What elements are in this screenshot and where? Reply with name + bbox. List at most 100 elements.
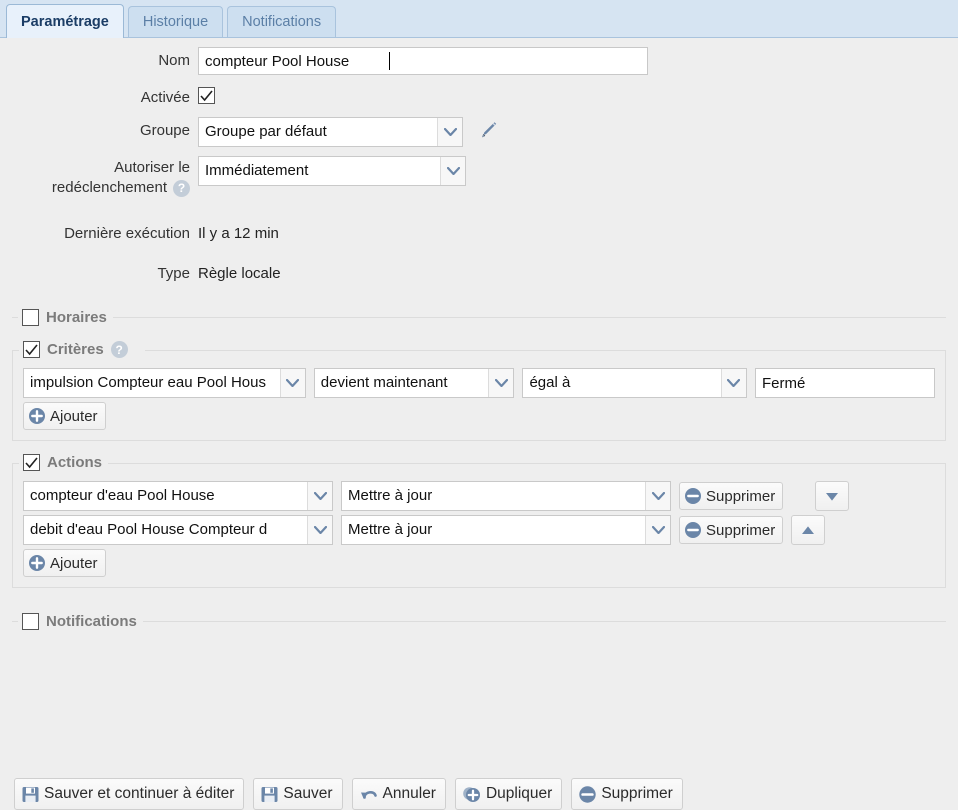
field-row-activee: Activée bbox=[0, 84, 958, 108]
save-label: Sauver bbox=[283, 785, 333, 802]
chevron-down-icon bbox=[279, 369, 305, 397]
minus-circle-icon bbox=[684, 521, 702, 539]
duplicate-button[interactable]: Dupliquer bbox=[454, 778, 563, 810]
minus-circle-icon bbox=[684, 487, 702, 505]
autoriser-label-line2: redéclenchement bbox=[51, 179, 167, 196]
autoriser-label: Autoriser le redéclenchement ? bbox=[0, 156, 198, 198]
criteria-event-value: devient maintenant bbox=[320, 374, 448, 391]
action-target-select[interactable]: debit d'eau Pool House Compteur d bbox=[23, 515, 333, 545]
check-icon bbox=[200, 89, 213, 101]
criteria-operator-select[interactable]: égal à bbox=[522, 368, 747, 398]
action-row: debit d'eau Pool House Compteur d Mettre… bbox=[23, 515, 935, 545]
add-action-button[interactable]: Ajouter bbox=[23, 549, 106, 577]
action-operation-value: Mettre à jour bbox=[348, 487, 433, 504]
autoriser-select[interactable]: Immédiatement bbox=[198, 156, 466, 186]
derniere-execution-label: Dernière exécution bbox=[64, 225, 190, 242]
save-icon bbox=[21, 785, 40, 804]
action-row: compteur d'eau Pool House Mettre à jour bbox=[23, 481, 935, 511]
help-icon-redeclenchement[interactable]: ? bbox=[173, 179, 190, 197]
action-operation-value: Mettre à jour bbox=[348, 521, 433, 538]
nom-input-wrapper bbox=[198, 47, 648, 75]
tab-notifications[interactable]: Notifications bbox=[227, 6, 337, 37]
section-notifications: Notifications bbox=[12, 610, 946, 632]
field-row-autoriser-redeclenchement: Autoriser le redéclenchement ? Immédiate… bbox=[0, 156, 958, 198]
save-and-continue-button[interactable]: Sauver et continuer à éditer bbox=[14, 778, 245, 810]
action-operation-select[interactable]: Mettre à jour bbox=[341, 515, 671, 545]
actions-label: Actions bbox=[47, 454, 103, 471]
remove-action-label: Supprimer bbox=[706, 521, 776, 539]
move-action-up-button[interactable] bbox=[791, 515, 826, 545]
minus-circle-icon bbox=[578, 785, 597, 804]
criteria-subject-value: impulsion Compteur eau Pool Hous bbox=[30, 374, 266, 391]
add-criteria-label: Ajouter bbox=[50, 407, 98, 425]
criteria-operator-value: égal à bbox=[529, 374, 571, 391]
autoriser-select-value: Immédiatement bbox=[205, 162, 309, 179]
add-criteria-button[interactable]: Ajouter bbox=[23, 402, 106, 430]
save-and-continue-label: Sauver et continuer à éditer bbox=[44, 785, 235, 802]
activee-label: Activée bbox=[140, 89, 190, 106]
nom-label: Nom bbox=[158, 52, 190, 69]
text-cursor bbox=[389, 52, 390, 70]
section-divider bbox=[12, 621, 946, 622]
tab-bar: Paramétrage Historique Notifications bbox=[0, 0, 958, 38]
tab-historique[interactable]: Historique bbox=[127, 6, 224, 37]
remove-action-label: Supprimer bbox=[706, 487, 776, 505]
action-operation-select[interactable]: Mettre à jour bbox=[341, 481, 671, 511]
notifications-checkbox[interactable] bbox=[22, 612, 39, 630]
arrow-up-icon bbox=[802, 525, 815, 534]
criteria-value-input[interactable] bbox=[754, 368, 935, 398]
criteria-subject-select[interactable]: impulsion Compteur eau Pool Hous bbox=[23, 368, 306, 398]
add-action-label: Ajouter bbox=[50, 554, 98, 572]
edit-group-pencil-icon[interactable] bbox=[477, 119, 499, 145]
horaires-label: Horaires bbox=[46, 308, 107, 326]
type-value: Règle locale bbox=[198, 265, 281, 282]
groupe-select[interactable]: Groupe par défaut bbox=[198, 117, 463, 147]
duplicate-label: Dupliquer bbox=[485, 785, 553, 802]
rule-settings-form: Nom Activée Groupe Groupe par défaut bbox=[0, 47, 958, 810]
check-icon bbox=[25, 456, 38, 468]
help-icon-criteres[interactable]: ? bbox=[110, 341, 128, 358]
section-border-right bbox=[145, 350, 945, 351]
chevron-down-icon bbox=[645, 482, 670, 510]
field-row-type: Type Règle locale bbox=[0, 260, 958, 284]
section-horaires: Horaires bbox=[12, 306, 946, 328]
action-add-wrapper: Ajouter bbox=[23, 549, 935, 577]
horaires-checkbox[interactable] bbox=[22, 308, 39, 326]
groupe-label: Groupe bbox=[139, 122, 190, 139]
chevron-down-icon bbox=[307, 482, 332, 510]
field-row-nom: Nom bbox=[0, 47, 958, 75]
type-label: Type bbox=[157, 265, 190, 282]
remove-action-button[interactable]: Supprimer bbox=[679, 482, 784, 510]
cancel-label: Annuler bbox=[382, 785, 436, 802]
actions-checkbox[interactable] bbox=[23, 454, 40, 471]
groupe-select-value: Groupe par défaut bbox=[205, 123, 327, 140]
criteria-event-select[interactable]: devient maintenant bbox=[313, 368, 515, 398]
chevron-down-icon bbox=[437, 118, 462, 146]
section-divider bbox=[12, 317, 946, 318]
delete-label: Supprimer bbox=[601, 785, 673, 802]
criteres-label: Critères bbox=[47, 341, 104, 358]
delete-button[interactable]: Supprimer bbox=[571, 778, 683, 810]
arrow-down-icon bbox=[826, 492, 839, 501]
action-target-select[interactable]: compteur d'eau Pool House bbox=[23, 481, 333, 511]
section-actions: Actions compteur d'eau Pool House Mettre… bbox=[12, 452, 946, 588]
save-button[interactable]: Sauver bbox=[253, 778, 343, 810]
form-toolbar: Sauver et continuer à éditer Sauver Annu… bbox=[14, 778, 683, 810]
move-action-down-button[interactable] bbox=[815, 481, 850, 511]
cancel-button[interactable]: Annuler bbox=[351, 778, 446, 810]
criteres-checkbox[interactable] bbox=[23, 341, 40, 358]
remove-action-button[interactable]: Supprimer bbox=[679, 516, 784, 544]
section-border-right bbox=[100, 463, 945, 464]
chevron-down-icon bbox=[440, 157, 465, 185]
nom-input[interactable] bbox=[198, 47, 648, 75]
tab-parametrage[interactable]: Paramétrage bbox=[6, 4, 124, 38]
duplicate-plus-icon bbox=[462, 785, 482, 804]
chevron-down-icon bbox=[720, 369, 746, 397]
chevron-down-icon bbox=[488, 369, 514, 397]
plus-circle-icon bbox=[28, 407, 46, 425]
notifications-label: Notifications bbox=[46, 612, 137, 630]
section-criteres: Critères ? impulsion Compteur eau Pool H… bbox=[12, 339, 946, 441]
tab-historique-label: Historique bbox=[142, 14, 209, 30]
undo-arrow-icon bbox=[359, 785, 379, 803]
activee-checkbox[interactable] bbox=[198, 87, 215, 104]
